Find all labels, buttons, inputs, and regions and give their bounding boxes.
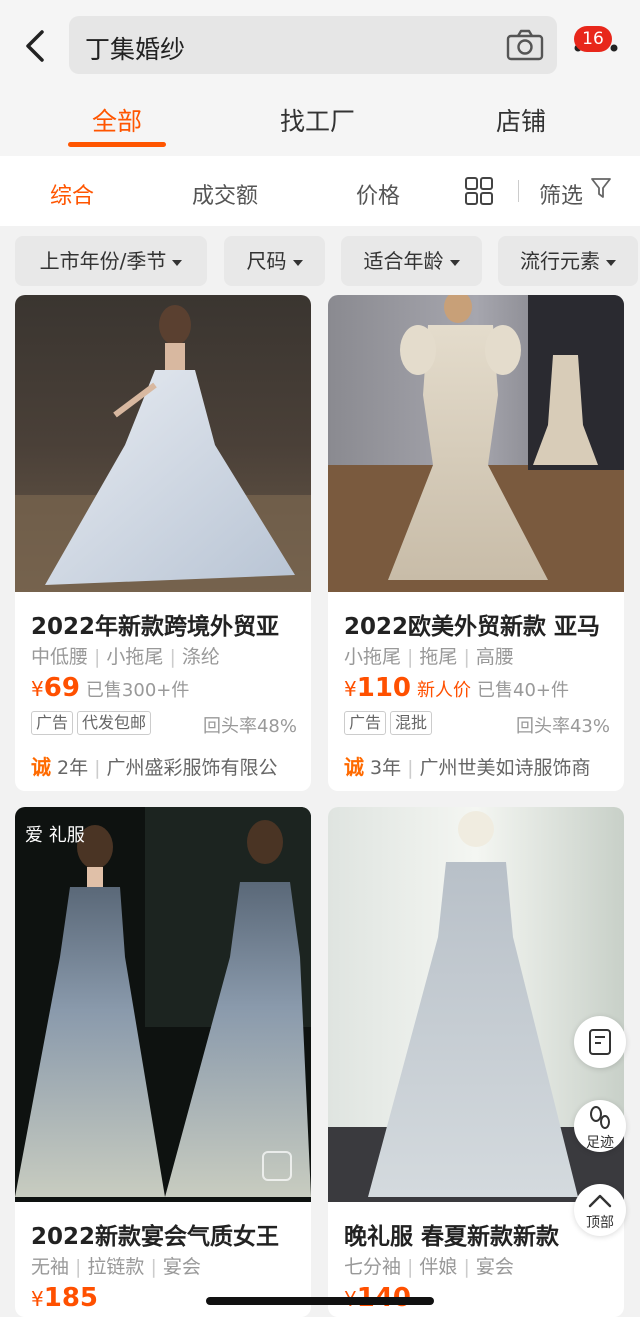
chip-season[interactable]: 上市年份/季节 [15,236,207,286]
home-indicator[interactable] [206,1297,434,1305]
product-tag: 高腰 [475,646,514,668]
camera-search-button[interactable] [505,28,545,62]
caret-down-icon [449,259,460,266]
camera-icon [506,29,544,61]
product-tag: 无袖 [31,1256,70,1278]
new-user-price-label: 新人价 [417,680,472,701]
product-tag: 拉链款 [87,1256,145,1278]
chip-trend-label: 流行元素 [520,249,600,273]
seller-years: 2年 [57,757,89,779]
chevron-up-icon [588,1194,612,1208]
product-tag: 小拖尾 [344,646,402,668]
filter-chips: 上市年份/季节 尺码 适合年龄 流行元素 [0,226,640,296]
integrity-badge: 诚 [31,755,51,779]
product-tag: 宴会 [162,1256,201,1278]
product-image [328,295,624,592]
order-list-button[interactable] [574,1016,626,1068]
product-card[interactable]: 2022欧美外贸新款 亚马 小拖尾 | 拖尾 | 高腰 ¥110 新人价 已售40+件 广告… [328,295,624,791]
repeat-rate: 回头率43% [515,716,610,737]
grid-view-toggle[interactable] [464,176,494,206]
seller-row[interactable]: 诚 2年 | 广州盛彩服饰有限公 [31,751,278,780]
footprint-button[interactable]: 足迹 [574,1100,626,1152]
seller-name: 广州盛彩服饰有限公 [106,757,278,779]
chip-age-label: 适合年龄 [363,249,444,273]
product-title: 2022欧美外贸新款 亚马 [344,614,601,640]
top-tabs: 全部 找工厂 店铺 [0,90,640,156]
badge-row: 广告 代发包邮 [31,711,155,735]
sold-count: 已售40+件 [477,680,570,701]
sort-bar: 综合 成交额 价格 筛选 [0,156,640,226]
tab-all[interactable]: 全部 [92,102,142,138]
chip-size[interactable]: 尺码 [224,236,325,286]
tab-factory[interactable]: 找工厂 [280,102,355,138]
sort-volume[interactable]: 成交额 [192,178,258,210]
ad-badge: 广告 [31,711,74,735]
caret-down-icon [606,259,616,266]
price-value: 69 [43,673,80,703]
price-row: ¥110 新人价 已售40+件 [344,673,569,703]
caret-down-icon [292,259,303,266]
price-value: 110 [356,673,412,703]
price-row: ¥185 [31,1283,98,1313]
repeat-rate: 回头率48% [202,716,297,737]
seller-years: 3年 [370,757,402,779]
sold-count: 已售300+件 [85,680,190,701]
back-to-top-button[interactable]: 顶部 [574,1184,626,1236]
search-query: 丁集婚纱 [85,35,186,64]
chevron-left-icon [26,30,44,62]
list-check-icon [589,1029,611,1055]
product-tags: 七分袖 | 伴娘 | 宴会 [344,1256,514,1278]
chip-age[interactable]: 适合年龄 [341,236,482,286]
product-card[interactable]: 爱 礼服 2022新款宴会气质女王 无袖 | 拉链款 | 宴会 ¥185 [15,807,311,1317]
chip-season-label: 上市年份/季节 [39,249,167,273]
ad-badge: 广告 [344,711,387,735]
back-button[interactable] [18,24,54,68]
product-tag: 涤纶 [181,646,220,668]
filter-button[interactable]: 筛选 [539,178,583,210]
brand-watermark: 爱 礼服 [25,825,85,846]
back-to-top-label: 顶部 [586,1215,614,1231]
product-title: 2022新款宴会气质女王 [31,1224,280,1250]
active-tab-indicator [68,142,166,147]
caret-down-icon [172,259,183,266]
price-symbol: ¥ [344,677,357,701]
grid-icon [465,177,493,205]
product-title: 2022年新款跨境外贸亚 [31,614,280,640]
price-value: 185 [43,1283,99,1313]
product-tag: 七分袖 [344,1256,402,1278]
product-tags: 中低腰 | 小拖尾 | 涤纶 [31,646,220,668]
product-tags: 小拖尾 | 拖尾 | 高腰 [344,646,514,668]
footprint-label: 足迹 [586,1135,614,1151]
shipping-badge: 代发包邮 [77,711,152,735]
product-tag: 拖尾 [419,646,458,668]
chip-size-label: 尺码 [246,249,287,273]
wholesale-badge: 混批 [390,711,433,735]
price-symbol: ¥ [31,1287,44,1311]
sort-divider [518,180,519,202]
integrity-badge: 诚 [344,755,364,779]
product-tag: 伴娘 [419,1256,458,1278]
message-count-badge: 16 [574,26,612,52]
product-card[interactable]: 2022年新款跨境外贸亚 中低腰 | 小拖尾 | 涤纶 ¥69 已售300+件 广告 代发包… [15,295,311,791]
product-tags: 无袖 | 拉链款 | 宴会 [31,1256,201,1278]
product-tag: 中低腰 [31,646,89,668]
tab-shop[interactable]: 店铺 [496,102,546,138]
sort-comprehensive[interactable]: 综合 [50,178,94,210]
search-header: 丁集婚纱 16 [0,0,640,90]
sort-price[interactable]: 价格 [356,178,400,210]
product-image [15,807,311,1202]
badge-row: 广告 混批 [344,711,436,735]
chip-trend[interactable]: 流行元素 [498,236,638,286]
seller-name: 广州世美如诗服饰商 [419,757,591,779]
seller-row[interactable]: 诚 3年 | 广州世美如诗服饰商 [344,751,591,780]
price-symbol: ¥ [31,677,44,701]
search-input[interactable]: 丁集婚纱 [69,16,557,74]
price-row: ¥69 已售300+件 [31,673,189,703]
product-tag: 宴会 [475,1256,514,1278]
messages-button[interactable]: 16 [572,24,620,64]
footprint-icon [590,1106,610,1129]
filter-icon[interactable] [590,176,612,200]
product-image [15,295,311,592]
product-tag: 小拖尾 [106,646,164,668]
